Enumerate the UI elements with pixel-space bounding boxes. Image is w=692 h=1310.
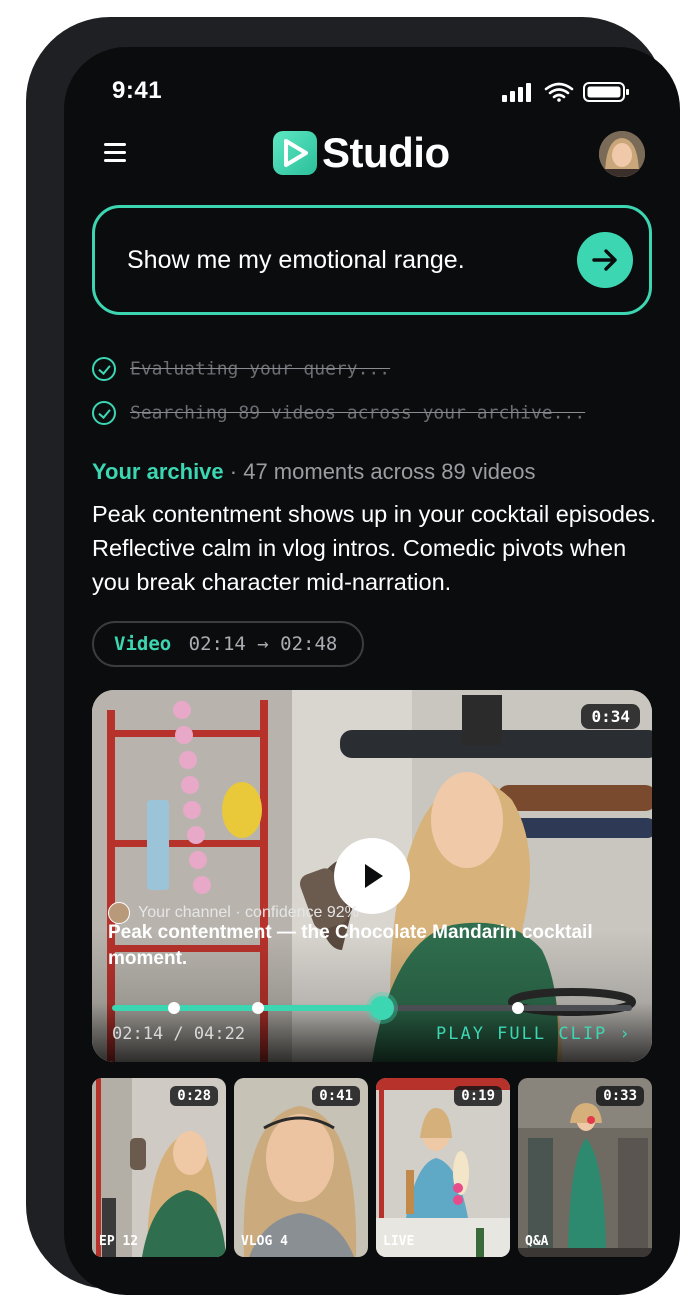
thumbnail-card[interactable]: 0:28 EP 12 (92, 1078, 226, 1257)
scrubber-progress (112, 1005, 383, 1011)
archive-label[interactable]: Your archive (92, 459, 224, 484)
thumbnail-tag: EP 12 (99, 1234, 139, 1249)
brand-name: Studio (322, 129, 450, 176)
query-input-box[interactable]: Show me my emotional range. (92, 205, 652, 315)
check-circle-icon (92, 357, 116, 381)
playback-time: 02:14 / 04:22 (112, 1024, 246, 1044)
clip-range-value: 02:14 → 02:48 (188, 633, 338, 655)
thumbnail-duration: 0:19 (454, 1086, 502, 1106)
moment-marker[interactable] (251, 1002, 264, 1014)
step-item: Evaluating your query... (92, 357, 390, 381)
check-circle-icon (92, 401, 116, 425)
wifi-icon (544, 82, 574, 99)
thumbnail-duration: 0:33 (596, 1086, 644, 1106)
archive-heading: Your archive · 47 moments across 89 vide… (92, 459, 535, 485)
profile-avatar[interactable] (599, 131, 645, 177)
thumbnail-tag: Q&A (525, 1234, 549, 1249)
signal-icon (502, 83, 531, 102)
clip-range-chip[interactable]: Video 02:14 → 02:48 (92, 621, 364, 667)
arrow-right-icon (592, 249, 617, 271)
status-time: 9:41 (112, 77, 163, 104)
duration-badge: 0:34 (581, 704, 640, 729)
battery-icon (583, 82, 629, 102)
menu-icon[interactable] (104, 143, 128, 165)
clip-range-label: Video (114, 633, 172, 655)
app-screen: 9:41 Studio Show me my emotional range. … (64, 47, 680, 1295)
send-button[interactable] (577, 232, 633, 288)
thumbnail-card[interactable]: 0:19 LIVE (376, 1078, 510, 1257)
play-full-clip-link[interactable]: PLAY FULL CLIP › (436, 1024, 632, 1044)
step-item: Searching 89 videos across your archive.… (92, 401, 585, 425)
main-video-card[interactable]: 0:34 Your channel · confidence 92% Peak … (92, 690, 652, 1062)
studio-logo-icon (273, 131, 317, 175)
thumbnail-card[interactable]: 0:33 Q&A (518, 1078, 652, 1257)
query-input[interactable]: Show me my emotional range. (127, 246, 465, 275)
thumbnail-duration: 0:41 (312, 1086, 360, 1106)
status-icons (502, 82, 629, 102)
thumbnail-tag: VLOG 4 (241, 1234, 288, 1249)
thumbnail-duration: 0:28 (170, 1086, 218, 1106)
archive-stats: · 47 moments across 89 videos (229, 459, 536, 484)
phone-frame: 9:41 Studio Show me my emotional range. … (26, 17, 680, 1295)
moment-marker[interactable] (511, 1002, 524, 1014)
video-scrubber[interactable] (112, 996, 632, 1020)
archive-summary: Peak contentment shows up in your cockta… (92, 501, 657, 595)
video-title: Peak contentment — the Chocolate Mandari… (108, 922, 593, 969)
thumbnail-card[interactable]: 0:41 VLOG 4 (234, 1078, 368, 1257)
thumbnail-tag: LIVE (383, 1234, 415, 1249)
